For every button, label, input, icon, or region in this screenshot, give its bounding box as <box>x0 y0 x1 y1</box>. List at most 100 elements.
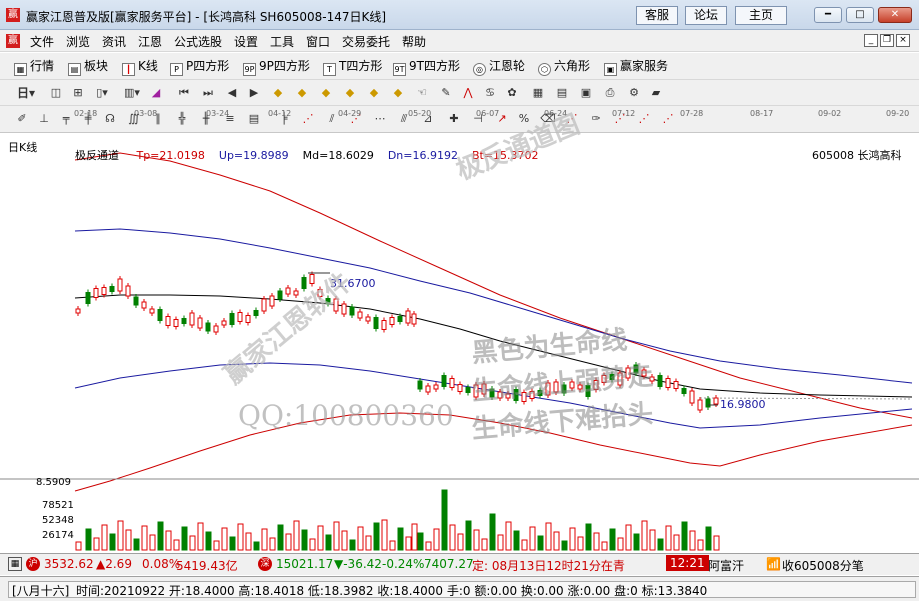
last-icon[interactable]: ⏭ <box>200 85 216 101</box>
candle <box>349 306 355 316</box>
rays-icon[interactable]: ⋯ <box>372 111 388 127</box>
first-icon[interactable]: ⏮ <box>176 85 192 101</box>
minimize-button[interactable]: ━ <box>814 7 842 23</box>
p-square-icon: P <box>170 63 183 76</box>
candle <box>365 316 371 322</box>
mdi-restore-icon[interactable]: ❐ <box>880 34 894 47</box>
quote-tool[interactable]: ▦ 行情 <box>14 58 54 76</box>
t-square-tool[interactable]: T T四方形 <box>323 58 382 76</box>
gann-wheel-tool[interactable]: ◎ 江恩轮 <box>473 58 525 76</box>
p-square-tool[interactable]: P P四方形 <box>170 58 229 76</box>
sz-index-amount: 7407.27 <box>424 557 474 571</box>
diamond-4-icon[interactable]: ◆ <box>342 85 358 101</box>
period-label: 日K线 <box>8 141 38 154</box>
cycle-icon[interactable]: ☊ <box>102 111 118 127</box>
calculator-icon[interactable]: ▤ <box>554 85 570 101</box>
fan-icon[interactable]: ⋰ <box>300 111 316 127</box>
mdi-minimize-icon[interactable]: _ <box>864 34 878 47</box>
candle <box>697 399 703 411</box>
forward-icon[interactable]: ▶ <box>246 85 262 101</box>
candle <box>125 285 131 297</box>
zigzag-icon[interactable]: ⋀ <box>460 85 476 101</box>
9t-square-tool[interactable]: 9T 9T四方形 <box>393 58 460 76</box>
menu-help[interactable]: 帮助 <box>402 33 426 50</box>
shape-icon[interactable]: ♋ <box>482 85 498 101</box>
line-tool-icon[interactable]: ╤ <box>58 111 74 127</box>
crosshair-icon[interactable]: ⊞ <box>70 85 86 101</box>
fan-5-icon[interactable]: ⋰ <box>636 111 652 127</box>
maximize-button[interactable]: □ <box>846 7 874 23</box>
sh-index-value[interactable]: 3532.62 <box>44 557 94 571</box>
diamond-2-icon[interactable]: ◆ <box>294 85 310 101</box>
hexagon-tool[interactable]: ⬡ 六角形 <box>538 58 590 76</box>
sz-index-change: ▼-36.42 <box>334 557 382 571</box>
volume-bar <box>373 522 380 551</box>
volume-bar <box>593 532 600 551</box>
truck-icon[interactable]: ▰ <box>648 85 664 101</box>
period-select[interactable]: 日▾ <box>14 85 38 101</box>
mdi-close-icon[interactable]: × <box>896 34 910 47</box>
9p-square-tool[interactable]: 9P 9P四方形 <box>243 58 310 76</box>
network-icon[interactable]: ⚙ <box>626 85 642 101</box>
customer-service-button[interactable]: 客服 <box>636 6 678 25</box>
fib-icon[interactable]: ╬ <box>174 111 190 127</box>
candle-type-icon[interactable]: ▯▾ <box>94 85 110 101</box>
pen-icon[interactable]: ✐ <box>14 111 30 127</box>
chart-type-icon[interactable]: ▥▾ <box>124 85 140 101</box>
menu-tools[interactable]: 工具 <box>270 33 294 50</box>
scroll-notice: 定: 08月13日12时21分在青 <box>472 559 625 573</box>
antenna-icon: 📶 <box>766 557 781 571</box>
homepage-button[interactable]: 主页 <box>735 6 787 25</box>
ruler-icon[interactable]: ⊥ <box>36 111 52 127</box>
candle <box>341 303 347 315</box>
winner-service-tool[interactable]: ▣ 赢家服务 <box>604 58 668 76</box>
menu-settings[interactable]: 设置 <box>234 33 258 50</box>
cross-icon[interactable]: ✚ <box>446 111 462 127</box>
chart-canvas[interactable] <box>0 133 919 551</box>
candle <box>411 313 417 325</box>
close-button[interactable]: ✕ <box>878 7 912 23</box>
service-icon: ▣ <box>604 63 617 76</box>
vol-axis-3: 26174 <box>42 530 74 541</box>
forum-button[interactable]: 论坛 <box>685 6 727 25</box>
diamond-3-icon[interactable]: ◆ <box>318 85 334 101</box>
volume-bar <box>673 534 680 551</box>
draw-icon[interactable]: ✎ <box>438 85 454 101</box>
search-icon[interactable]: ◫ <box>48 85 64 101</box>
candle <box>665 378 671 388</box>
color-icon[interactable]: ◢ <box>148 85 164 101</box>
table-icon[interactable]: ▣ <box>578 85 594 101</box>
brush-icon[interactable]: ✑ <box>588 111 604 127</box>
kline-chart[interactable]: 日K线 极反通道 Tp=21.0198 Up=19.8989 Md=18.602… <box>0 110 919 551</box>
menu-info[interactable]: 资讯 <box>102 33 126 50</box>
diamond-6-icon[interactable]: ◆ <box>390 85 406 101</box>
9p-square-icon: 9P <box>243 63 256 76</box>
candle <box>657 375 663 387</box>
candle <box>465 387 471 393</box>
menu-window[interactable]: 窗口 <box>306 33 330 50</box>
back-icon[interactable]: ◀ <box>224 85 240 101</box>
grid-toggle-icon[interactable]: ▦ <box>8 557 22 571</box>
vlines-icon[interactable]: ▤ <box>246 111 262 127</box>
print-icon[interactable]: ⎙ <box>602 85 618 101</box>
lunar-date: [八月十六] <box>12 584 70 598</box>
volume-bar <box>333 521 340 551</box>
sz-index-value[interactable]: 15021.17 <box>276 557 333 571</box>
volume-bar <box>317 525 324 551</box>
hand-icon[interactable]: ☜ <box>414 85 430 101</box>
fan-6-icon[interactable]: ⋰ <box>660 111 676 127</box>
pattern-icon[interactable]: ✿ <box>504 85 520 101</box>
kline-tool[interactable]: ┃ K线 <box>122 58 158 76</box>
menu-trade[interactable]: 交易委托 <box>342 33 390 50</box>
menu-formula-select[interactable]: 公式选股 <box>174 33 222 50</box>
diamond-5-icon[interactable]: ◆ <box>366 85 382 101</box>
sector-tool[interactable]: ▤ 板块 <box>68 58 108 76</box>
menu-gann[interactable]: 江恩 <box>138 33 162 50</box>
date-tick: 03-08 <box>134 109 158 118</box>
diamond-1-icon[interactable]: ◆ <box>270 85 286 101</box>
menu-file[interactable]: 文件 <box>30 33 54 50</box>
menu-browse[interactable]: 浏览 <box>66 33 90 50</box>
candle <box>457 384 463 392</box>
candle <box>405 310 411 324</box>
calendar-icon[interactable]: ▦ <box>530 85 546 101</box>
